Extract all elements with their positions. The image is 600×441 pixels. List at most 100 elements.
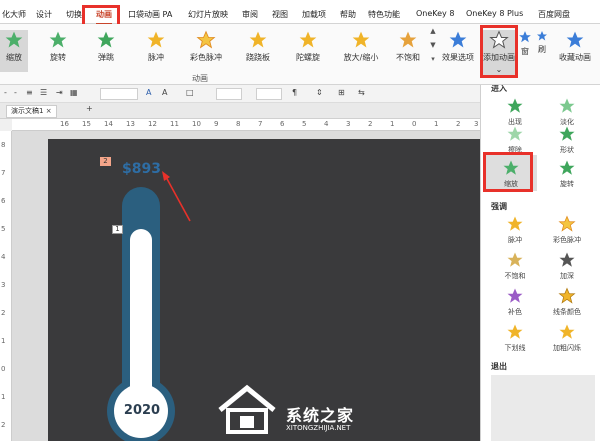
ruler-mark: 3 — [474, 120, 479, 128]
font-size-up-icon[interactable]: - — [14, 88, 17, 97]
gallery-up-icon[interactable]: ▲ — [428, 27, 438, 41]
horizontal-ruler: 16 15 14 13 12 11 10 9 8 7 6 5 4 3 2 1 0… — [12, 119, 480, 131]
emphasis-bold-flash[interactable]: 加粗闪烁 — [543, 319, 591, 355]
anim-spinner-button[interactable]: 陀螺旋 — [286, 30, 330, 72]
collect-animation-star-icon — [566, 31, 584, 48]
font-size-down-icon[interactable]: - — [4, 88, 7, 97]
tab-onekey8plus[interactable]: OneKey 8 Plus — [466, 9, 523, 18]
pointer-arrow-head — [162, 171, 170, 181]
shape-star-icon — [559, 126, 575, 141]
tab-transitions[interactable]: 切换 — [66, 9, 82, 20]
animation-painter-button[interactable]: 刷 — [536, 30, 548, 72]
vruler-mark: 0 — [1, 365, 6, 373]
line-spacing-icon[interactable]: ⇕ — [316, 88, 323, 97]
ruler-mark: 15 — [82, 120, 91, 128]
document-tabs: 演示文稿1 × + — [0, 103, 480, 119]
tab-help[interactable]: 帮助 — [340, 9, 356, 20]
pane-icon — [519, 31, 531, 43]
emphasis-complementary[interactable]: 补色 — [491, 283, 539, 319]
appear-star-icon — [507, 98, 523, 113]
tab-review[interactable]: 审阅 — [242, 9, 258, 20]
spacing-box[interactable] — [256, 88, 282, 100]
tab-baidu-netdisk[interactable]: 百度网盘 — [538, 9, 570, 20]
font-name-box[interactable] — [100, 88, 138, 100]
table-icon[interactable]: ⊞ — [338, 88, 345, 97]
ruler-mark: 4 — [324, 120, 329, 128]
underline-star-icon — [507, 324, 523, 339]
ruler-mark: 6 — [280, 120, 285, 128]
tab-view[interactable]: 视图 — [272, 9, 288, 20]
ruler-mark: 12 — [148, 120, 157, 128]
anim-desaturate-button[interactable]: 不饱和 — [386, 30, 430, 72]
anim-zoom-button[interactable]: 缩放 — [0, 30, 28, 72]
emphasis-darken[interactable]: 加深 — [543, 247, 591, 283]
ruler-mark: 16 — [60, 120, 69, 128]
entrance-spin[interactable]: 旋转 — [543, 155, 591, 191]
entrance-shape[interactable]: 形状 — [543, 121, 591, 157]
anim-grow-shrink-button[interactable]: 放大/缩小 — [336, 30, 386, 72]
anim-pulse-button[interactable]: 脉冲 — [134, 30, 178, 72]
arrange-icon[interactable]: ⇆ — [358, 88, 365, 97]
gallery-more-icon[interactable]: ▾ — [428, 55, 438, 69]
vruler-mark: 7 — [1, 169, 6, 177]
vruler-mark: 8 — [1, 141, 6, 149]
grid-icon[interactable]: ▦ — [70, 88, 78, 97]
font-color-icon[interactable]: A — [146, 88, 151, 97]
desaturate-star-icon — [399, 31, 417, 48]
gallery-down-icon[interactable]: ▼ — [428, 41, 438, 55]
emphasis-line-color[interactable]: 线条颜色 — [543, 283, 591, 319]
watermark-title: 系统之家 — [286, 406, 355, 425]
fade-star-icon — [559, 98, 575, 113]
pulse-star-icon — [507, 216, 523, 231]
color-pulse-star-icon — [196, 30, 216, 49]
exit-header: 退出 — [491, 362, 507, 371]
anim-color-pulse-button[interactable]: 彩色脉冲 — [184, 30, 228, 72]
shape-outline-icon[interactable]: □ — [186, 88, 194, 97]
exit-items-area — [491, 375, 595, 441]
emphasis-desaturate[interactable]: 不饱和 — [491, 247, 539, 283]
indent-icon[interactable]: ⇥ — [56, 88, 63, 97]
list-icon[interactable]: ☰ — [40, 88, 47, 97]
vruler-mark: 3 — [1, 281, 6, 289]
line-color-star-icon — [558, 287, 576, 304]
gallery-scroll[interactable]: ▲ ▼ ▾ — [428, 27, 438, 71]
vruler-mark: 1 — [1, 337, 6, 345]
desaturate-star-icon — [507, 252, 523, 267]
tab-features[interactable]: 特色功能 — [368, 9, 400, 20]
value-text[interactable]: $893 — [122, 161, 161, 177]
ruler-mark: 5 — [302, 120, 307, 128]
anim-teeter-button[interactable]: 跷跷板 — [236, 30, 280, 72]
painter-icon — [537, 31, 547, 41]
tab-slideshow[interactable]: 幻灯片放映 — [188, 9, 228, 20]
animation-tag-2[interactable]: 2 — [100, 157, 111, 166]
collect-animation-button[interactable]: 收藏动画 — [552, 30, 598, 72]
align-icon[interactable]: ≡ — [26, 88, 33, 97]
spin-star-icon — [559, 160, 575, 175]
emphasis-pulse[interactable]: 脉冲 — [491, 211, 539, 247]
shape-size-box[interactable] — [216, 88, 242, 100]
document-tab[interactable]: 演示文稿1 × — [6, 105, 57, 118]
pulse-star-icon — [147, 31, 165, 48]
effect-options-button[interactable]: 效果选项 — [440, 30, 476, 72]
paragraph-icon[interactable]: ¶ — [292, 88, 297, 97]
house-logo-icon — [218, 384, 276, 434]
vruler-mark: 2 — [1, 421, 6, 429]
anim-spin-button[interactable]: 旋转 — [36, 30, 80, 72]
ruler-mark: 10 — [192, 120, 201, 128]
animation-pane-button[interactable]: 窗 — [518, 30, 532, 72]
tab-pocket-animation[interactable]: 口袋动画 PA — [128, 9, 172, 20]
tab-addins[interactable]: 加载项 — [302, 9, 326, 20]
ruler-mark: 0 — [412, 120, 417, 128]
complementary-star-icon — [507, 288, 523, 303]
clear-format-icon[interactable]: A — [162, 88, 167, 97]
anim-bounce-button[interactable]: 弹跳 — [84, 30, 128, 72]
animation-tag-1[interactable]: 1 — [112, 225, 123, 234]
emphasis-underline[interactable]: 下划线 — [491, 319, 539, 355]
tab-onekey8[interactable]: OneKey 8 — [416, 9, 454, 18]
tab-huadashi[interactable]: 化大师 — [2, 9, 26, 20]
tab-design[interactable]: 设计 — [36, 9, 52, 20]
new-tab-button[interactable]: + — [86, 104, 93, 113]
emphasis-color-pulse[interactable]: 彩色脉冲 — [543, 211, 591, 247]
year-label[interactable]: 2020 — [122, 403, 162, 418]
grow-shrink-star-icon — [352, 31, 370, 48]
